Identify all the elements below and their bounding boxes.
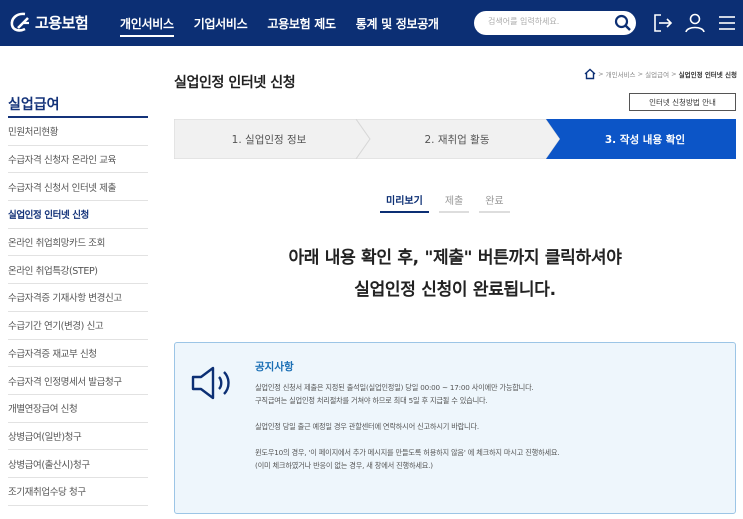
sidebar-item-step-lecture[interactable]: 온라인 취업특강(STEP) [8,256,148,285]
step-indicator: 1. 실업인정 정보 2. 재취업 활동 3. 작성 내용 확인 [174,119,736,159]
breadcrumb: > 개인서비스 > 실업급여 > 실업인정 인터넷 신청 [584,68,737,80]
nav-business-service[interactable]: 기업서비스 [194,15,248,32]
step-1: 1. 실업인정 정보 [231,133,307,146]
headline-line-1: 아래 내용 확인 후, "제출" 버튼까지 클릭하셔야 [288,248,622,268]
logo-text: 고용보험 [35,13,89,32]
logo-icon [10,12,29,32]
notice-line: 실업인정 당일 출근 예정일 경우 관할센터에 연락하시어 신고하시기 바랍니다… [255,422,479,431]
step-2: 2. 재취업 활동 [424,133,490,146]
sub-tabs: 미리보기 제출 완료 [380,192,520,213]
nav-insurance-system[interactable]: 고용보험 제도 [267,15,336,32]
sidebar-item-early-reemployment[interactable]: 조기재취업수당 청구 [8,478,148,506]
sidebar-item-online-education[interactable]: 수급자격 신청자 온라인 교육 [8,146,148,174]
sidebar-item-period-extension[interactable]: 수급기간 연기(변경) 신고 [8,312,148,340]
notice-spacer [255,407,725,420]
home-icon[interactable] [584,68,596,80]
notice-body: 실업인정 신청서 제출은 지정된 출석일(실업인정일) 당일 00:00 ~ 1… [255,381,725,472]
sidebar-item-job-hope-card[interactable]: 온라인 취업희망카드 조회 [8,229,148,257]
sidebar-item-reissue[interactable]: 수급자격증 재교부 신청 [8,340,148,368]
notice-line: (이미 체크하였거나 반응이 없는 경우, 새 창에서 진행하세요.) [255,461,433,470]
step-3-active: 3. 작성 내용 확인 [604,133,686,146]
speaker-icon [191,366,230,400]
menu-icon[interactable] [716,12,738,34]
sidebar-item-individual-extension[interactable]: 개별연장급여 신청 [8,395,148,423]
global-nav: 개인서비스 기업서비스 고용보험 제도 통계 및 정보공개 [120,0,459,46]
guide-button[interactable]: 인터넷 신청방법 안내 [629,93,736,111]
breadcrumb-current: 실업인정 인터넷 신청 [678,71,737,79]
login-icon[interactable] [652,12,674,34]
search-input[interactable] [488,17,598,26]
nav-personal-service[interactable]: 개인서비스 [120,10,174,37]
notice-line: 실업인정 신청서 제출은 지정된 출석일(실업인정일) 당일 00:00 ~ 1… [255,383,534,392]
breadcrumb-item[interactable]: 실업급여 [645,69,669,79]
sidebar-title: 실업급여 [8,97,60,113]
breadcrumb-separator: > [669,70,679,78]
sidebar-item-sickness-maternity[interactable]: 상병급여(출산시)청구 [8,450,148,478]
notice-line: 윈도우10의 경우, '이 페이지에서 추가 메시지를 만들도록 허용하지 않음… [255,448,560,457]
sidebar-item-unemployment-recognition[interactable]: 실업인정 인터넷 신청 [8,201,148,229]
search-box [474,11,636,35]
tab-complete[interactable]: 완료 [479,192,510,213]
breadcrumb-separator: > [635,70,646,78]
top-header: 고용보험 개인서비스 기업서비스 고용보험 제도 통계 및 정보공개 [0,0,743,46]
sidebar-item-change-report[interactable]: 수급자격증 기재사항 변경신고 [8,284,148,312]
breadcrumb-item[interactable]: 개인서비스 [606,69,636,79]
tab-submit[interactable]: 제출 [438,192,470,213]
page-title: 실업인정 인터넷 신청 [174,75,296,91]
notice-box: 공지사항 실업인정 신청서 제출은 지정된 출석일(실업인정일) 당일 00:0… [174,342,736,514]
sidebar-item-sickness-general[interactable]: 상병급여(일반)청구 [8,423,148,451]
sidebar-item-application-submit[interactable]: 수급자격 신청서 인터넷 제출 [8,173,148,202]
instruction-headline: 아래 내용 확인 후, "제출" 버튼까지 클릭하셔야 실업인정 신청이 완료됩… [174,242,736,306]
sidebar-item-complaint-status[interactable]: 민원처리현황 [8,118,148,146]
sidebar-menu: 민원처리현황 수급자격 신청자 온라인 교육 수급자격 신청서 인터넷 제출 실… [8,118,148,506]
sidebar-item-certificate-issue[interactable]: 수급자격 인정명세서 발급청구 [8,367,148,395]
headline-line-2: 실업인정 신청이 완료됩니다. [354,280,556,300]
search-icon[interactable] [614,14,632,32]
nav-statistics[interactable]: 통계 및 정보공개 [356,15,439,32]
user-icon[interactable] [684,12,706,34]
breadcrumb-separator: > [598,70,606,78]
tab-preview[interactable]: 미리보기 [380,192,429,213]
notice-line: 구직급여는 실업인정 처리절차를 거쳐야 하므로 최대 5일 후 지급될 수 있… [255,396,488,405]
notice-title: 공지사항 [255,361,294,373]
notice-spacer [255,433,725,446]
logo[interactable]: 고용보험 [8,10,89,34]
